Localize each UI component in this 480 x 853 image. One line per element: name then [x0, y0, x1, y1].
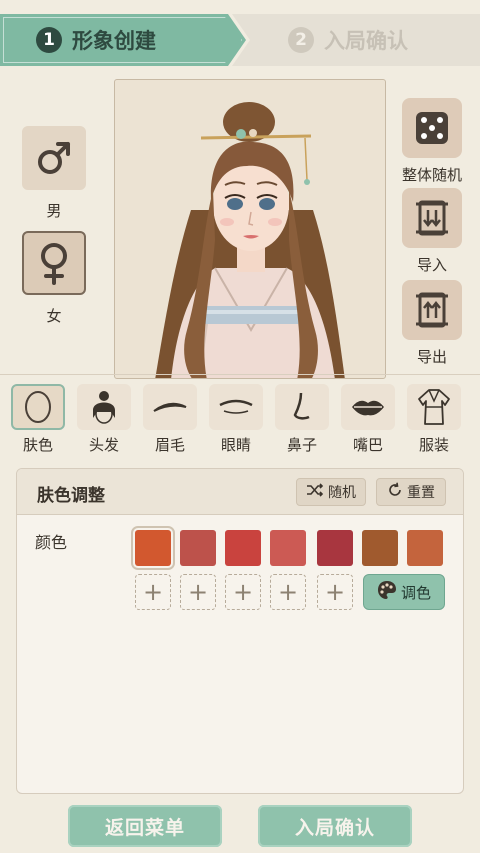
male-symbol-icon — [22, 126, 86, 190]
tab-hair[interactable]: 头发 — [74, 384, 134, 455]
panel-title: 肤色调整 — [37, 486, 105, 506]
color-swatch[interactable] — [317, 530, 353, 566]
color-mix-label: 调色 — [400, 583, 431, 602]
gender-female-label: 女 — [46, 307, 62, 325]
color-swatch[interactable] — [180, 530, 216, 566]
tab-label: 头发 — [88, 436, 119, 454]
color-swatch[interactable] — [225, 530, 261, 566]
tab-label: 肤色 — [22, 436, 53, 454]
appearance-category-tabs: 肤色 头发 眉毛 眼睛 鼻子 嘴巴 服装 — [8, 384, 472, 462]
tab-mouth[interactable]: 嘴巴 — [338, 384, 398, 455]
section-divider — [0, 374, 480, 375]
nose-icon — [275, 384, 329, 430]
add-color-slot[interactable]: + — [180, 574, 216, 610]
shuffle-icon — [306, 483, 324, 501]
confirm-entry-button[interactable]: 入局确认 — [258, 805, 412, 847]
color-swatch[interactable] — [270, 530, 306, 566]
color-label: 颜色 — [35, 533, 68, 552]
character-preview — [114, 79, 386, 379]
step-progress-bar: 1 形象创建 2 入局确认 — [0, 14, 480, 66]
tab-eyebrows[interactable]: 眉毛 — [140, 384, 200, 455]
tab-eyes[interactable]: 眼睛 — [206, 384, 266, 455]
eye-icon — [209, 384, 263, 430]
face-outline-icon — [11, 384, 65, 430]
palette-icon — [377, 580, 397, 604]
step-label: 入局确认 — [324, 29, 408, 53]
add-color-slot[interactable]: + — [135, 574, 171, 610]
import-scroll-icon — [402, 188, 462, 248]
tab-nose[interactable]: 鼻子 — [272, 384, 332, 455]
step-number: 2 — [288, 27, 314, 53]
step-entry-confirm[interactable]: 2 入局确认 — [232, 14, 480, 66]
color-swatch[interactable] — [407, 530, 443, 566]
color-mix-button[interactable]: 调色 — [363, 574, 445, 610]
tab-label: 嘴巴 — [352, 436, 383, 454]
step-label: 形象创建 — [72, 29, 156, 53]
gender-male-label: 男 — [46, 202, 62, 220]
color-swatch[interactable] — [131, 526, 175, 570]
hair-bun-icon — [77, 384, 131, 430]
eyebrow-icon — [143, 384, 197, 430]
add-color-slot[interactable]: + — [317, 574, 353, 610]
gender-male-button[interactable]: 男 — [20, 126, 88, 221]
reset-button[interactable]: 重置 — [376, 478, 446, 506]
tab-skin-color[interactable]: 肤色 — [8, 384, 68, 455]
add-color-slot[interactable]: + — [225, 574, 261, 610]
character-portrait-illustration — [155, 102, 345, 378]
gender-female-button[interactable]: 女 — [20, 231, 88, 326]
female-symbol-icon — [22, 231, 86, 295]
add-color-slot[interactable]: + — [270, 574, 306, 610]
tab-label: 眉毛 — [154, 436, 185, 454]
dice-icon — [402, 98, 462, 158]
export-label: 导出 — [416, 348, 447, 366]
skin-color-panel: 肤色调整 随机 重置 颜色 + + + + + 调色 — [16, 468, 464, 794]
panel-header: 肤色调整 随机 重置 — [17, 469, 463, 515]
lips-icon — [341, 384, 395, 430]
random-all-button[interactable]: 整体随机 — [392, 98, 472, 185]
tab-label: 服装 — [418, 436, 449, 454]
export-button[interactable]: 导出 — [392, 280, 472, 367]
reset-icon — [387, 482, 403, 502]
import-button[interactable]: 导入 — [392, 188, 472, 275]
tab-clothing[interactable]: 服装 — [404, 384, 464, 455]
tab-label: 眼睛 — [220, 436, 251, 454]
random-all-label: 整体随机 — [401, 166, 462, 184]
reset-label: 重置 — [407, 485, 435, 501]
random-label: 随机 — [328, 485, 356, 501]
export-scroll-icon — [402, 280, 462, 340]
robe-icon — [407, 384, 461, 430]
back-to-menu-button[interactable]: 返回菜单 — [68, 805, 222, 847]
color-swatch[interactable] — [362, 530, 398, 566]
step-character-creation[interactable]: 1 形象创建 — [0, 14, 246, 66]
step-number: 1 — [36, 27, 62, 53]
import-label: 导入 — [416, 256, 447, 274]
tab-label: 鼻子 — [286, 436, 317, 454]
random-button[interactable]: 随机 — [296, 478, 366, 506]
